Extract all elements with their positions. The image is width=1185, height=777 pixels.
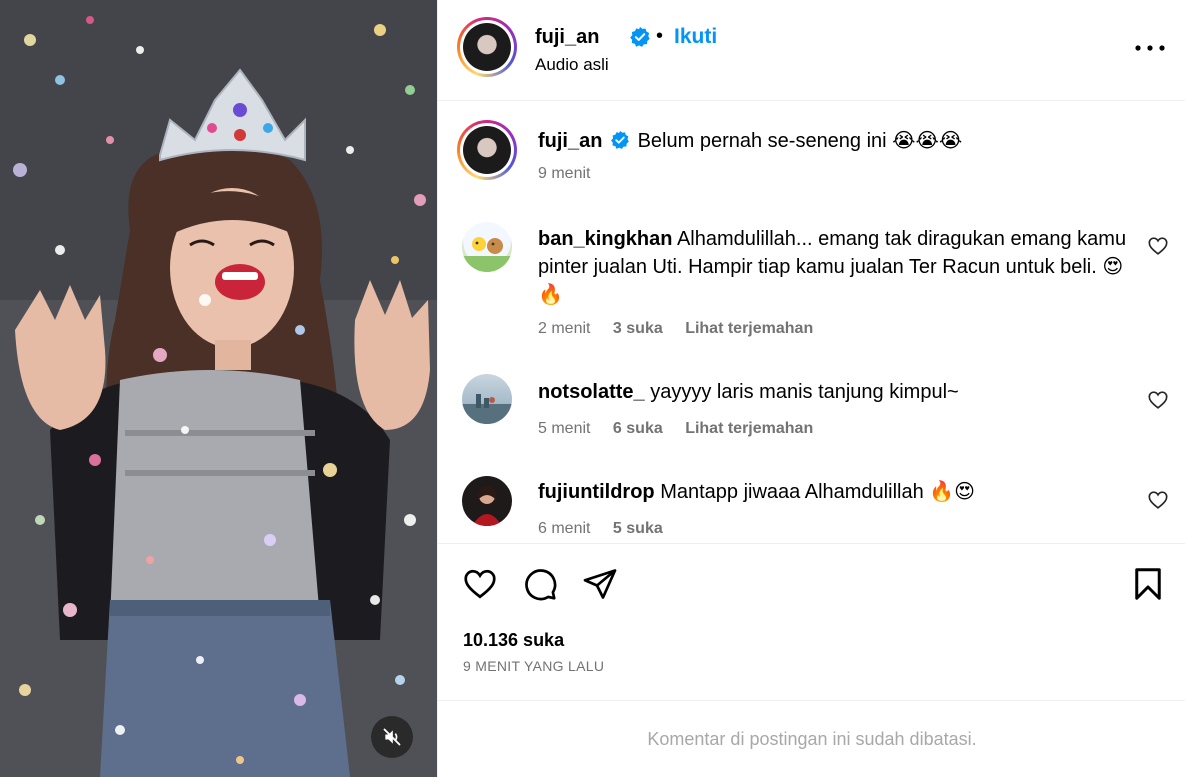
caption-time: 9 menit <box>538 165 591 182</box>
commenter-avatar[interactable] <box>462 222 512 272</box>
post-actions: 10.136 suka 9 MENIT YANG LALU <box>438 543 1185 703</box>
see-translation-link[interactable]: Lihat terjemahan <box>685 320 813 337</box>
post-header: fuji_an • Ikuti Audio asli <box>438 0 1185 101</box>
bookmark-icon[interactable] <box>1130 566 1166 602</box>
header-separator: • <box>656 25 664 47</box>
comment-text-block: fujiuntildrop Mantapp jiwaaa Alhamdulill… <box>538 478 1128 506</box>
comment-username[interactable]: notsolatte_ <box>538 381 645 403</box>
comment-time: 2 menit <box>538 320 591 337</box>
comment-username[interactable]: fujiuntildrop <box>538 481 655 503</box>
comment-text: Mantapp jiwaaa Alhamdulillah 🔥😍 <box>660 481 976 503</box>
caption-author-avatar-image <box>463 126 511 174</box>
author-username[interactable]: fuji_an <box>535 26 599 49</box>
comments-section: fuji_an Belum pernah se-seneng ini 😭😭😭 9… <box>438 102 1185 542</box>
instagram-post: fuji_an • Ikuti Audio asli fuji_an Belum… <box>0 0 1185 777</box>
comment-meta: 6 menit 5 suka <box>538 520 681 538</box>
verified-badge-icon <box>630 26 650 47</box>
comment-icon[interactable] <box>522 566 558 602</box>
video-frame <box>0 0 437 777</box>
see-translation-link[interactable]: Lihat terjemahan <box>685 420 813 437</box>
post-detail-panel: fuji_an • Ikuti Audio asli fuji_an Belum… <box>437 0 1185 777</box>
author-avatar[interactable] <box>457 17 517 77</box>
more-options-icon[interactable] <box>1130 30 1170 60</box>
comment-time: 6 menit <box>538 520 591 537</box>
comment-text-block: notsolatte_ yayyyy laris manis tanjung k… <box>538 378 1128 406</box>
muted-speaker-icon <box>383 728 401 746</box>
comment-text-block: ban_kingkhan Alhamdulillah... emang tak … <box>538 225 1128 309</box>
commenter-avatar[interactable] <box>462 374 512 424</box>
audio-link[interactable]: Audio asli <box>535 55 609 75</box>
caption-username[interactable]: fuji_an <box>538 130 602 152</box>
likes-count[interactable]: 10.136 suka <box>463 630 564 651</box>
comment-likes[interactable]: 6 suka <box>613 420 663 437</box>
comment-username[interactable]: ban_kingkhan <box>538 228 672 250</box>
comment-heart-icon[interactable] <box>1147 235 1169 257</box>
commenter-avatar-image <box>462 394 512 424</box>
post-time-ago: 9 MENIT YANG LALU <box>463 658 605 674</box>
caption-line: fuji_an Belum pernah se-seneng ini 😭😭😭 <box>538 128 962 154</box>
comment-text: yayyyy laris manis tanjung kimpul~ <box>650 381 959 403</box>
comment-heart-icon[interactable] <box>1147 489 1169 511</box>
post-video[interactable] <box>0 0 437 777</box>
heart-icon[interactable] <box>462 566 498 602</box>
caption-text: Belum pernah se-seneng ini 😭😭😭 <box>637 130 963 152</box>
comment-likes[interactable]: 5 suka <box>613 520 663 537</box>
share-icon[interactable] <box>582 566 618 602</box>
comment-heart-icon[interactable] <box>1147 389 1169 411</box>
follow-button[interactable]: Ikuti <box>674 25 717 49</box>
caption-author-avatar[interactable] <box>457 120 517 180</box>
mute-toggle-button[interactable] <box>371 716 413 758</box>
commenter-avatar-image <box>462 237 512 272</box>
comment-time: 5 menit <box>538 420 591 437</box>
comments-restricted-notice: Komentar di postingan ini sudah dibatasi… <box>438 700 1185 777</box>
comment-likes[interactable]: 3 suka <box>613 320 663 337</box>
author-avatar-image <box>463 23 511 71</box>
commenter-avatar-image <box>472 486 502 526</box>
comment-meta: 5 menit 6 suka Lihat terjemahan <box>538 420 831 438</box>
verified-badge-icon <box>611 130 629 149</box>
comment-meta: 2 menit 3 suka Lihat terjemahan <box>538 320 831 338</box>
commenter-avatar[interactable] <box>462 476 512 526</box>
